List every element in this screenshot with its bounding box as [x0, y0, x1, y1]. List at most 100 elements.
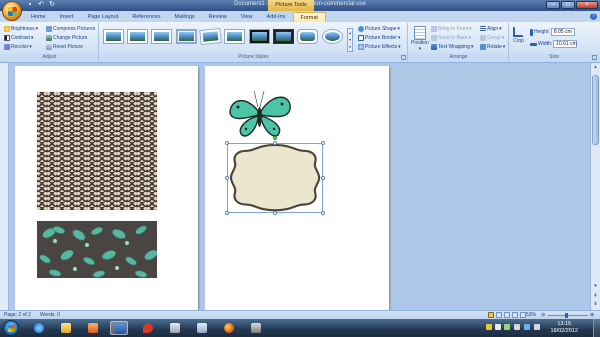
taskbar-media-player[interactable]	[84, 321, 102, 335]
start-button[interactable]	[3, 320, 19, 336]
change-picture-button[interactable]: Change Picture	[46, 35, 87, 41]
picture-effects-button[interactable]: Picture Effects ▾	[358, 44, 401, 50]
picture-border-button[interactable]: Picture Border ▾	[358, 35, 400, 41]
resize-handle-left[interactable]	[225, 176, 229, 180]
send-to-back-button[interactable]: Send to Back ▾	[431, 35, 471, 41]
contrast-icon	[4, 35, 10, 41]
resize-handle-top[interactable]	[273, 141, 277, 145]
rotate-handle[interactable]	[273, 136, 277, 140]
maximize-button[interactable]: □	[561, 1, 575, 9]
butterfly-image[interactable]	[226, 89, 294, 141]
picture-style-4[interactable]	[176, 29, 197, 44]
scroll-up-icon[interactable]: ▴	[592, 64, 599, 71]
tab-review[interactable]: Review	[202, 12, 234, 22]
clock[interactable]: 13:15 18/02/2012	[550, 321, 578, 335]
brightness-button[interactable]: Brightness ▾	[4, 26, 38, 32]
close-button[interactable]: ×	[576, 1, 598, 9]
text-wrapping-button[interactable]: Text Wrapping ▾	[431, 44, 473, 50]
rotate-button[interactable]: Rotate ▾	[480, 44, 505, 50]
show-desktop-button[interactable]	[593, 319, 600, 337]
web-layout-icon[interactable]	[504, 312, 510, 318]
zoom-out-icon[interactable]: ⊖	[541, 312, 545, 318]
resize-handle-bottom-left[interactable]	[225, 211, 229, 215]
resize-handle-bottom-right[interactable]	[321, 211, 325, 215]
tray-icon-2[interactable]	[495, 324, 501, 330]
crop-button[interactable]: Crop	[513, 26, 524, 44]
taskbar-internet-explorer[interactable]	[30, 321, 48, 335]
picture-style-1[interactable]	[103, 29, 124, 44]
office-button[interactable]	[2, 1, 22, 21]
align-button[interactable]: Align ▾	[480, 26, 502, 32]
next-page-icon[interactable]: ⇟	[592, 301, 599, 308]
zoom-slider-knob[interactable]	[565, 313, 568, 318]
minimize-button[interactable]: –	[546, 1, 560, 9]
compress-pictures-button[interactable]: Compress Pictures	[46, 26, 95, 32]
taskbar-app-6[interactable]	[166, 321, 184, 335]
tab-add-ins[interactable]: Add-Ins	[260, 12, 293, 22]
ribbon: Brightness ▾ Contrast ▾ Recolor ▾ Compress …	[0, 22, 600, 63]
tab-references[interactable]: References	[125, 12, 167, 22]
selected-label-frame[interactable]	[225, 136, 325, 215]
recolor-button[interactable]: Recolor ▾	[4, 44, 32, 50]
taskbar-pin-app[interactable]	[139, 321, 157, 335]
vertical-scrollbar[interactable]: ▴ ▾ ⇞ ⇟	[590, 63, 600, 310]
picture-style-8[interactable]	[273, 29, 294, 44]
chevron-pattern-image[interactable]	[37, 92, 157, 210]
tab-page-layout[interactable]: Page Layout	[80, 12, 125, 22]
picture-style-10[interactable]	[322, 29, 343, 44]
zoom-level[interactable]: 53%	[526, 312, 536, 318]
contrast-button[interactable]: Contrast ▾	[4, 35, 33, 41]
taskbar-file-explorer[interactable]	[57, 321, 75, 335]
gallery-scroll[interactable]: ▴ ▾ ▾	[347, 28, 353, 52]
resize-handle-top-right[interactable]	[321, 141, 325, 145]
width-input[interactable]: 10.61 cm	[553, 40, 578, 48]
tray-icon-1[interactable]	[486, 324, 492, 330]
taskbar-firefox[interactable]	[220, 321, 238, 335]
page-count[interactable]: Page: 2 of 2	[4, 312, 31, 318]
picture-style-5[interactable]	[199, 27, 222, 46]
picture-shape-button[interactable]: Picture Shape ▾	[358, 26, 400, 32]
reset-picture-button[interactable]: Reset Picture	[46, 44, 83, 50]
picture-style-6[interactable]	[224, 29, 245, 44]
picture-styles-launcher-icon[interactable]	[401, 55, 406, 60]
position-button[interactable]: Position ▾	[411, 26, 429, 52]
tab-mailings[interactable]: Mailings	[167, 12, 201, 22]
full-screen-reading-icon[interactable]	[496, 312, 502, 318]
taskbar-app-9[interactable]	[247, 321, 265, 335]
outline-icon[interactable]	[512, 312, 518, 318]
flag-icon[interactable]	[514, 324, 520, 330]
picture-style-9[interactable]	[297, 29, 318, 44]
bring-to-front-button[interactable]: Bring to Front ▾	[431, 26, 472, 32]
picture-style-2[interactable]	[127, 29, 148, 44]
tray-icon-3[interactable]	[504, 324, 510, 330]
zoom-in-icon[interactable]: ⊕	[590, 312, 594, 318]
resize-handle-top-left[interactable]	[225, 141, 229, 145]
resize-handle-bottom[interactable]	[273, 211, 277, 215]
volume-icon[interactable]	[534, 324, 540, 330]
height-input[interactable]: 8.05 cm	[550, 28, 575, 36]
previous-page-icon[interactable]: ⇞	[592, 293, 599, 300]
taskbar-word[interactable]	[110, 321, 128, 335]
floral-pattern-image[interactable]	[37, 221, 157, 278]
position-icon	[413, 26, 426, 40]
tab-format[interactable]: Format	[292, 12, 326, 22]
word-count[interactable]: Words: 0	[40, 312, 60, 318]
resize-handle-right[interactable]	[321, 176, 325, 180]
scroll-thumb[interactable]	[592, 75, 599, 145]
size-launcher-icon[interactable]	[592, 55, 597, 60]
tab-insert[interactable]: Insert	[53, 12, 81, 22]
crop-icon	[513, 26, 524, 37]
tab-view[interactable]: View	[234, 12, 260, 22]
network-icon[interactable]	[524, 324, 530, 330]
height-control: Height: 8.05 cm	[530, 28, 575, 36]
help-icon[interactable]: ?	[590, 13, 597, 20]
tab-home[interactable]: Home	[24, 12, 53, 22]
group-button[interactable]: Group ▾	[480, 35, 504, 41]
print-layout-icon[interactable]	[488, 312, 494, 318]
taskbar-app-7[interactable]	[193, 321, 211, 335]
zoom-slider[interactable]	[548, 315, 588, 316]
picture-style-3[interactable]	[151, 29, 172, 44]
picture-styles-group-label: Picture Styles	[100, 54, 407, 61]
picture-style-7[interactable]	[249, 29, 270, 44]
scroll-down-icon[interactable]: ▾	[592, 283, 599, 290]
